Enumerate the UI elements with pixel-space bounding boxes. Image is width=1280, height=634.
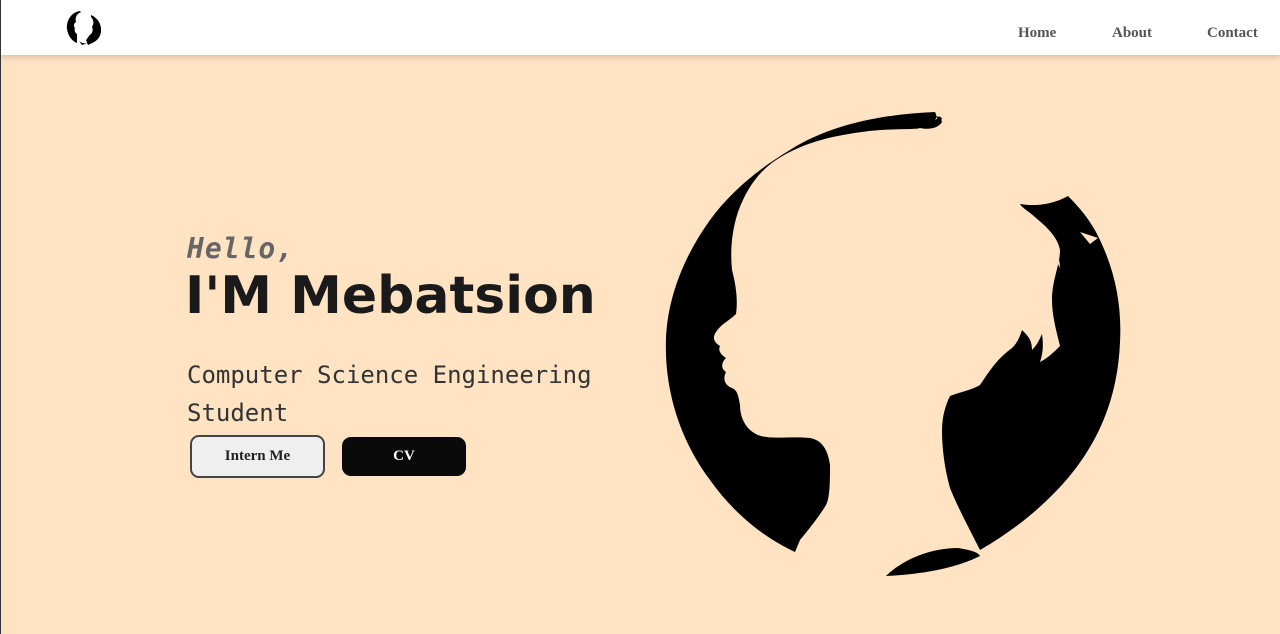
nav-contact-link[interactable]: Contact (1207, 25, 1258, 42)
nav-home-link[interactable]: Home (1018, 25, 1056, 42)
window-edge (0, 0, 1, 634)
logo-icon[interactable] (64, 7, 104, 47)
nav-about-link[interactable]: About (1112, 25, 1152, 42)
face-silhouette-illustration-icon (665, 112, 1121, 576)
cv-button[interactable]: CV (342, 437, 466, 476)
top-navbar: Home About Contact (0, 0, 1280, 55)
hero-subtitle: Computer Science Engineering Student (187, 361, 592, 427)
intern-me-button[interactable]: Intern Me (190, 435, 325, 478)
hero-greeting: Hello, (187, 232, 295, 265)
hero-name-heading: I'M Mebatsion (185, 266, 596, 326)
